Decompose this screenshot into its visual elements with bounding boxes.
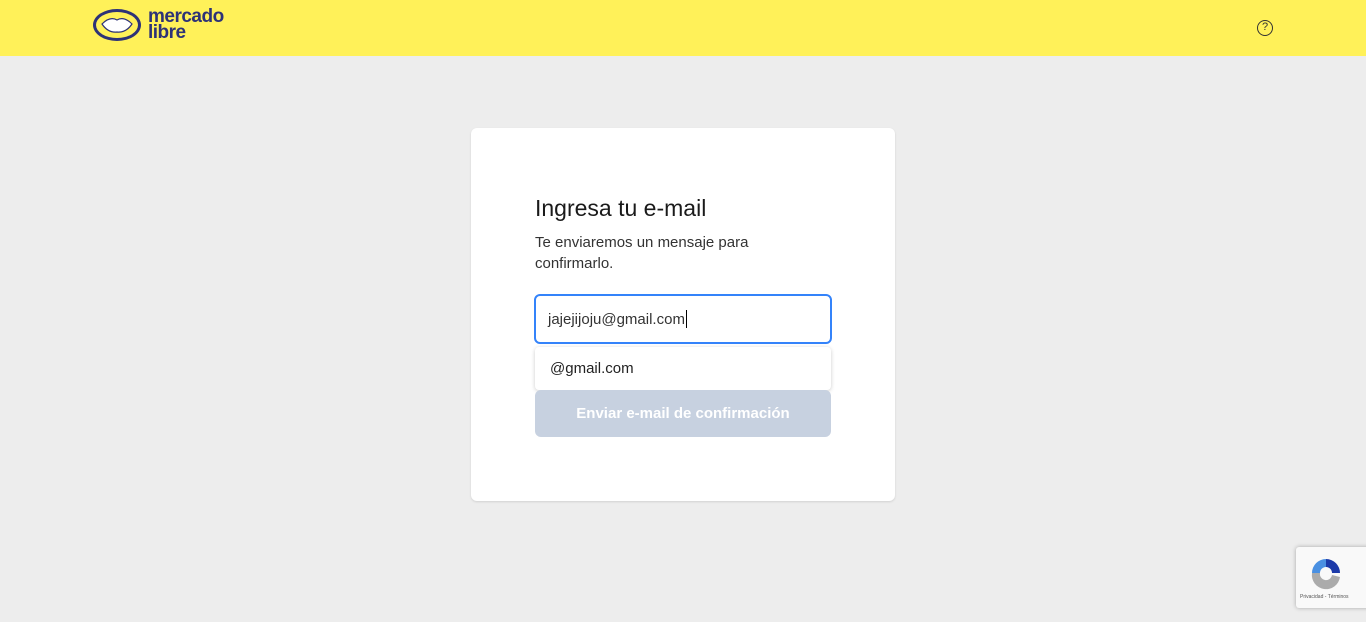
email-value: jajejijoju@gmail.com: [548, 310, 685, 328]
help-icon[interactable]: ?: [1257, 20, 1273, 36]
email-input[interactable]: jajejijoju@gmail.com: [534, 294, 832, 344]
logo-text-libre: libre: [148, 22, 186, 43]
email-card: Ingresa tu e-mail Te enviaremos un mensa…: [471, 128, 895, 501]
text-caret: [685, 310, 687, 328]
recaptcha-links[interactable]: Privacidad - Términos: [1300, 594, 1349, 600]
recaptcha-icon: [1311, 559, 1340, 590]
email-suggestion[interactable]: @gmail.com: [535, 347, 831, 390]
handshake-icon: [93, 9, 141, 41]
mercado-libre-logo[interactable]: mercado libre: [92, 7, 224, 43]
page-title: Ingresa tu e-mail: [535, 195, 707, 221]
subtitle: Te enviaremos un mensaje para confirmarl…: [535, 234, 749, 272]
recaptcha-badge[interactable]: Privacidad - Términos: [1296, 547, 1366, 608]
send-confirmation-button[interactable]: Enviar e-mail de confirmación: [535, 390, 831, 437]
header: mercado libre ?: [0, 0, 1366, 56]
